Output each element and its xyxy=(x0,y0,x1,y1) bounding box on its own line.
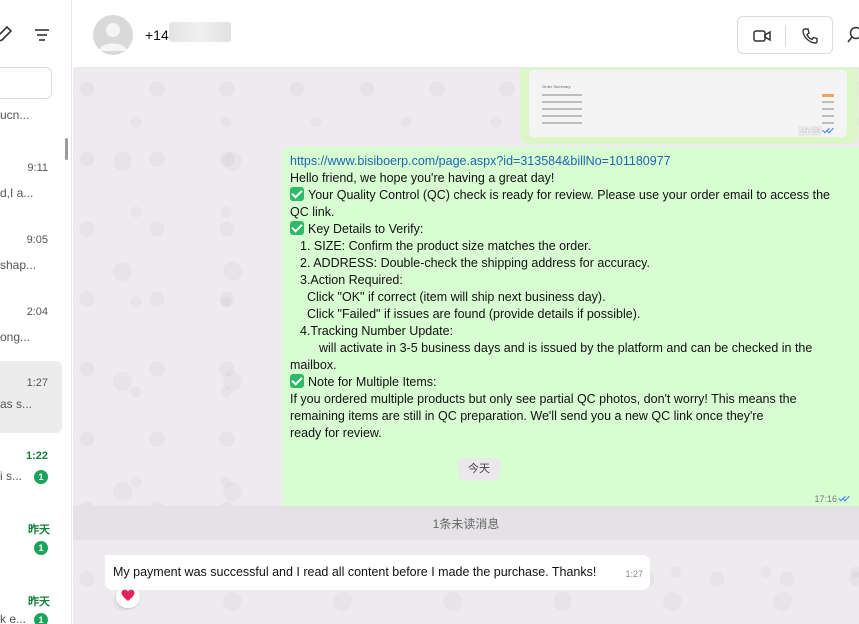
chat-header: +14 xyxy=(73,0,859,68)
unread-divider-label: 1条未读消息 xyxy=(432,517,500,531)
new-chat-icon[interactable] xyxy=(0,24,14,46)
unread-badge: 1 xyxy=(34,613,48,624)
unread-badge: 1 xyxy=(34,541,48,555)
heart-icon xyxy=(121,589,135,601)
redacted-phone-number xyxy=(169,22,231,42)
avatar[interactable] xyxy=(93,15,133,55)
default-avatar-icon xyxy=(99,23,127,51)
image-doc-row xyxy=(542,122,834,128)
sidebar-scrollbar[interactable] xyxy=(65,138,68,160)
sidebar-toolbar xyxy=(0,0,71,68)
incoming-message-bubble[interactable]: My payment was successful and I read all… xyxy=(105,555,650,590)
message-time: 1:27 xyxy=(625,569,643,579)
image-message-bubble[interactable]: Order Summary 15:29 xyxy=(520,68,858,144)
heart-reaction[interactable] xyxy=(116,586,140,608)
message-line: ready for review. xyxy=(290,426,382,440)
message-line: Click "OK" if correct (item will ship ne… xyxy=(307,290,606,304)
call-button-group xyxy=(737,16,833,54)
chat-list-item[interactable]: 昨天 k e... 1 xyxy=(0,581,62,624)
image-doc-title: Order Summary xyxy=(542,84,571,89)
message-text: My payment was successful and I read all… xyxy=(113,565,597,579)
video-camera-icon xyxy=(753,30,771,42)
chat-snippet: d,I a... xyxy=(0,186,34,200)
image-doc-row xyxy=(542,108,834,114)
message-time: 17:16 xyxy=(814,494,837,504)
message-line: 3.Action Required: xyxy=(300,273,403,287)
check-mark-icon xyxy=(290,374,304,388)
search-chat-button[interactable] xyxy=(847,26,859,44)
video-call-button[interactable] xyxy=(751,25,773,47)
image-doc-row xyxy=(542,101,834,107)
chat-time: 昨天 xyxy=(28,596,50,608)
image-doc-row xyxy=(542,115,834,121)
message-line: Note for Multiple Items: xyxy=(308,375,437,389)
message-line: will activate in 3-5 business days and i… xyxy=(319,341,813,355)
chat-time: 1:27 xyxy=(26,377,48,389)
message-time: 15:29 xyxy=(798,126,835,136)
read-receipt-icon xyxy=(823,126,835,134)
chat-list-item[interactable]: 9:05 shap... xyxy=(0,222,62,294)
phone-icon xyxy=(802,28,818,44)
image-doc-row xyxy=(542,94,834,100)
message-line: Key Details to Verify: xyxy=(308,222,424,236)
chat-list-item[interactable]: 1:22 i s... 1 xyxy=(0,438,62,510)
chat-time: 昨天 xyxy=(28,524,50,536)
chat-snippet: ong... xyxy=(0,330,31,344)
chat-list-item[interactable]: 昨天 1 xyxy=(0,509,62,581)
chat-snippet: as s... xyxy=(0,397,33,411)
divider xyxy=(785,25,786,47)
message-line: Hello friend, we hope you're having a gr… xyxy=(290,171,555,185)
chat-list-item[interactable]: ucn... xyxy=(0,78,62,150)
message-link[interactable]: https://www.bisiboerp.com/page.aspx?id=3… xyxy=(290,154,671,168)
message-line: remaining items are still in QC preparat… xyxy=(290,409,764,423)
read-receipt-icon xyxy=(839,494,851,502)
date-divider: 今天 xyxy=(458,458,500,480)
message-line: 2. ADDRESS: Double-check the shipping ad… xyxy=(300,256,650,270)
message-line: QC link. xyxy=(290,205,335,219)
chat-snippet: shap... xyxy=(0,258,37,272)
chat-list-item-selected[interactable]: 1:27 as s... xyxy=(0,361,62,433)
chat-time: 2:04 xyxy=(26,306,48,318)
voice-call-button[interactable] xyxy=(799,25,821,47)
unread-badge: 1 xyxy=(34,470,48,484)
search-icon xyxy=(847,26,859,43)
message-line: 4.Tracking Number Update: xyxy=(300,324,454,338)
chat-list-sidebar: ucn... 9:11 d,I a... 9:05 shap... 2:04 o… xyxy=(0,0,72,624)
filter-icon[interactable] xyxy=(31,24,53,46)
message-line: If you ordered multiple products but onl… xyxy=(290,392,797,406)
conversation-pane[interactable]: Order Summary 15:29 https://www.bisiboer… xyxy=(73,68,859,624)
check-mark-icon xyxy=(290,187,304,201)
message-line: Click "Failed" if issues are found (prov… xyxy=(307,307,641,321)
contact-name[interactable]: +14 xyxy=(145,27,169,43)
chat-time: 9:05 xyxy=(26,234,48,246)
chat-time: 1:22 xyxy=(25,450,48,462)
message-line: mailbox. xyxy=(290,358,337,372)
chat-time: 9:11 xyxy=(27,162,48,174)
chat-list-item[interactable]: 2:04 ong... xyxy=(0,294,62,366)
message-line: Your Quality Control (QC) check is ready… xyxy=(308,188,830,202)
message-line: 1. SIZE: Confirm the product size matche… xyxy=(300,239,592,253)
chat-snippet: ucn... xyxy=(0,108,30,122)
unread-messages-divider: 1条未读消息 xyxy=(73,506,859,540)
order-summary-image[interactable]: Order Summary 15:29 xyxy=(529,70,847,137)
outgoing-message-bubble[interactable]: https://www.bisiboerp.com/page.aspx?id=3… xyxy=(282,147,859,514)
chat-list-item[interactable]: 9:11 d,I a... xyxy=(0,150,62,222)
check-mark-icon xyxy=(290,221,304,235)
